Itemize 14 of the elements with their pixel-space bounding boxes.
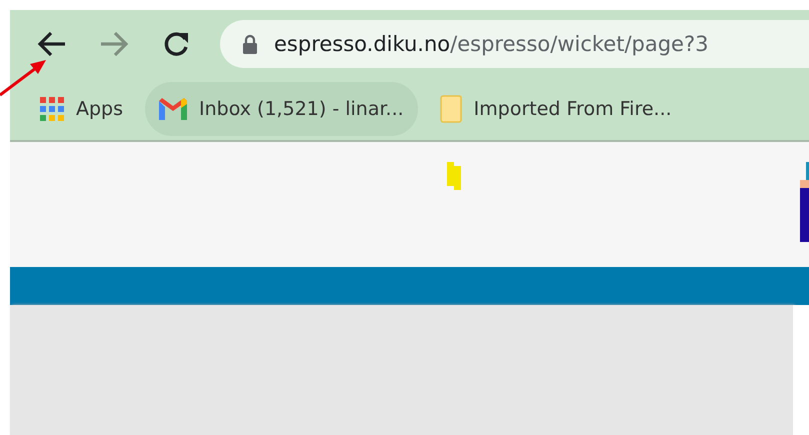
bookmark-folder-icon xyxy=(440,95,462,123)
bookmark-item[interactable]: Inbox (1,521) - linar... xyxy=(145,82,418,136)
bookmark-item[interactable]: Apps xyxy=(26,82,138,136)
apps-grid-icon xyxy=(40,97,64,121)
back-arrow-icon xyxy=(37,31,67,57)
url-text: espresso.diku.no/espresso/wicket/page?3 xyxy=(274,32,708,56)
lock-icon xyxy=(242,34,258,54)
forward-arrow-icon xyxy=(99,31,129,57)
logo-icon xyxy=(800,162,809,242)
reload-icon xyxy=(162,30,190,58)
bookmark-item[interactable]: Imported From Fire... xyxy=(426,82,686,136)
address-bar[interactable]: espresso.diku.no/espresso/wicket/page?3 xyxy=(220,20,809,68)
highlight-mark-icon xyxy=(447,162,461,190)
mail-icon xyxy=(159,98,188,120)
